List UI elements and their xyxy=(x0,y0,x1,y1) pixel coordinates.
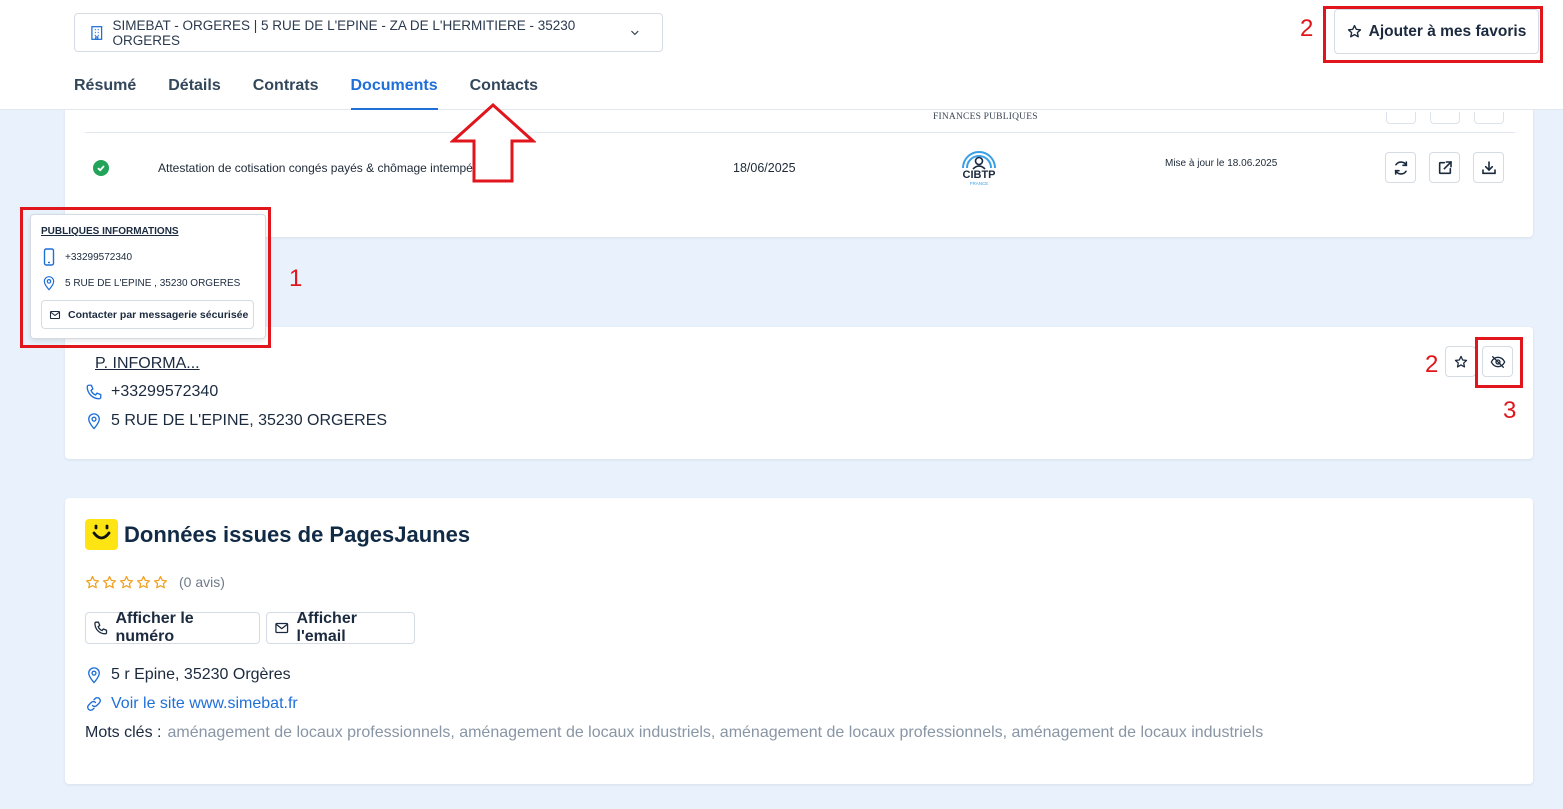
annotation-box-1 xyxy=(20,207,271,348)
cibtp-logo-subtext: FRANCE xyxy=(970,181,989,186)
annotation-number-1: 1 xyxy=(289,265,303,292)
building-icon xyxy=(91,25,103,40)
tab-contrats[interactable]: Contrats xyxy=(253,74,319,110)
keywords-label: Mots clés : xyxy=(85,724,162,741)
contact-address-line: 5 RUE DE L'EPINE, 35230 ORGERES xyxy=(85,412,387,430)
partial-action-button[interactable] xyxy=(1430,112,1460,124)
annotation-box-hide xyxy=(1475,337,1523,388)
phone-icon xyxy=(86,384,102,400)
cibtp-logo: CIBTP FRANCE xyxy=(955,148,1003,188)
partial-action-button[interactable] xyxy=(1474,112,1504,124)
star-outline-icon xyxy=(119,575,134,588)
annotation-number-3: 3 xyxy=(1503,397,1517,424)
pj-keywords-line: Mots clés : aménagement de locaux profes… xyxy=(85,724,1263,742)
phone-icon xyxy=(94,621,108,635)
annotation-arrow-up xyxy=(450,103,536,183)
star-outline-icon xyxy=(85,575,100,588)
pj-address: 5 r Epine, 35230 Orgères xyxy=(111,666,291,683)
show-number-button[interactable]: Afficher le numéro xyxy=(85,610,260,645)
favorite-contact-button[interactable] xyxy=(1445,346,1476,377)
contact-address: 5 RUE DE L'EPINE, 35230 ORGERES xyxy=(111,412,388,429)
star-outline-icon xyxy=(136,575,151,588)
cibtp-logo-text: CIBTP xyxy=(963,169,996,181)
annotation-box-favorite xyxy=(1323,6,1543,63)
refresh-button[interactable] xyxy=(1385,152,1416,183)
contact-phone-line: +33299572340 xyxy=(85,383,218,401)
show-email-button[interactable]: Afficher l'email xyxy=(266,610,415,645)
pagesjaunes-title: Données issues de PagesJaunes xyxy=(124,522,471,547)
location-pin-icon xyxy=(88,413,100,430)
company-selector[interactable]: SIMEBAT - ORGERES | 5 RUE DE L'EPINE - Z… xyxy=(74,13,663,52)
star-icon xyxy=(1454,355,1467,368)
annotation-number-2-header: 2 xyxy=(1300,15,1314,42)
tab-resume[interactable]: Résumé xyxy=(74,74,136,110)
mail-icon xyxy=(275,622,289,634)
annotation-number-2-card: 2 xyxy=(1425,351,1439,378)
partial-action-button[interactable] xyxy=(1386,112,1416,124)
rating-stars: (0 avis) xyxy=(85,574,225,590)
pj-address-line: 5 r Epine, 35230 Orgères xyxy=(85,666,291,684)
document-row: Attestation de cotisation congés payés &… xyxy=(65,132,1533,204)
chevron-down-icon xyxy=(631,30,639,35)
star-outline-icon xyxy=(102,575,117,588)
contact-name[interactable]: P. INFORMA... xyxy=(95,355,200,373)
check-circle-icon xyxy=(93,160,109,176)
company-selector-label: SIMEBAT - ORGERES | 5 RUE DE L'EPINE - Z… xyxy=(112,17,576,48)
refresh-icon xyxy=(1394,160,1407,175)
show-email-label: Afficher l'email xyxy=(296,610,357,645)
review-count: (0 avis) xyxy=(179,574,225,590)
pj-website-line: Voir le site www.simebat.fr xyxy=(85,695,298,713)
open-external-button[interactable] xyxy=(1429,152,1460,183)
pagesjaunes-logo xyxy=(85,519,118,550)
star-outline-icon xyxy=(153,575,168,588)
pagesjaunes-card: Données issues de PagesJaunes (0 avis) A… xyxy=(65,498,1533,784)
document-date: 18/06/2025 xyxy=(733,161,796,175)
pj-website-link[interactable]: Voir le site www.simebat.fr xyxy=(111,695,298,713)
download-button[interactable] xyxy=(1473,152,1504,183)
finances-publiques-logo: FINANCES PUBLIQUES xyxy=(933,112,1038,122)
contact-card: P. INFORMA... +33299572340 5 RUE DE L'EP… xyxy=(65,327,1533,459)
tab-details[interactable]: Détails xyxy=(168,74,220,110)
external-link-icon xyxy=(1438,160,1452,174)
contact-phone: +33299572340 xyxy=(111,383,219,400)
tab-documents[interactable]: Documents xyxy=(350,74,438,110)
location-pin-icon xyxy=(88,667,100,684)
download-icon xyxy=(1481,160,1496,174)
keywords-list: aménagement de locaux professionnels, am… xyxy=(167,724,1264,741)
document-title: Attestation de cotisation congés payés &… xyxy=(158,161,493,175)
link-icon xyxy=(87,697,101,711)
show-number-label: Afficher le numéro xyxy=(115,610,194,645)
document-update-date: Mise à jour le 18.06.2025 xyxy=(1165,158,1278,169)
